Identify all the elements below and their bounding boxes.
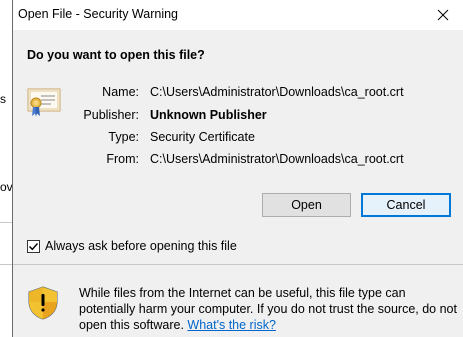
background-divider <box>0 264 12 265</box>
always-ask-option[interactable]: Always ask before opening this file <box>27 239 237 253</box>
checkmark-icon <box>29 242 39 250</box>
type-label: Type: <box>108 130 139 144</box>
background-text-fragment: s <box>0 92 6 106</box>
from-value: C:\Users\Administrator\Downloads\ca_root… <box>150 152 404 166</box>
security-shield-icon <box>27 286 59 320</box>
name-label: Name: <box>102 85 139 99</box>
warning-message: While files from the Internet can be use… <box>79 285 459 333</box>
dialog-title: Open File - Security Warning <box>18 7 179 21</box>
divider <box>13 264 463 265</box>
publisher-value: Unknown Publisher <box>150 108 267 122</box>
security-warning-dialog: Open File - Security Warning Do you want… <box>12 0 463 337</box>
close-icon <box>437 9 449 21</box>
open-button[interactable]: Open <box>262 193 351 217</box>
cancel-button[interactable]: Cancel <box>361 193 451 217</box>
background-app-strip: s ov <box>0 0 13 337</box>
always-ask-label: Always ask before opening this file <box>45 239 237 253</box>
from-label: From: <box>106 152 139 166</box>
title-bar[interactable]: Open File - Security Warning <box>13 0 463 30</box>
background-divider <box>0 222 12 223</box>
type-value: Security Certificate <box>150 130 255 144</box>
background-text-fragment: ov <box>0 180 13 194</box>
always-ask-checkbox[interactable] <box>27 239 40 253</box>
publisher-label: Publisher: <box>83 108 139 122</box>
whats-the-risk-link[interactable]: What's the risk? <box>187 318 276 332</box>
dialog-question: Do you want to open this file? <box>27 48 205 62</box>
name-value: C:\Users\Administrator\Downloads\ca_root… <box>150 85 404 99</box>
close-button[interactable] <box>433 6 453 24</box>
